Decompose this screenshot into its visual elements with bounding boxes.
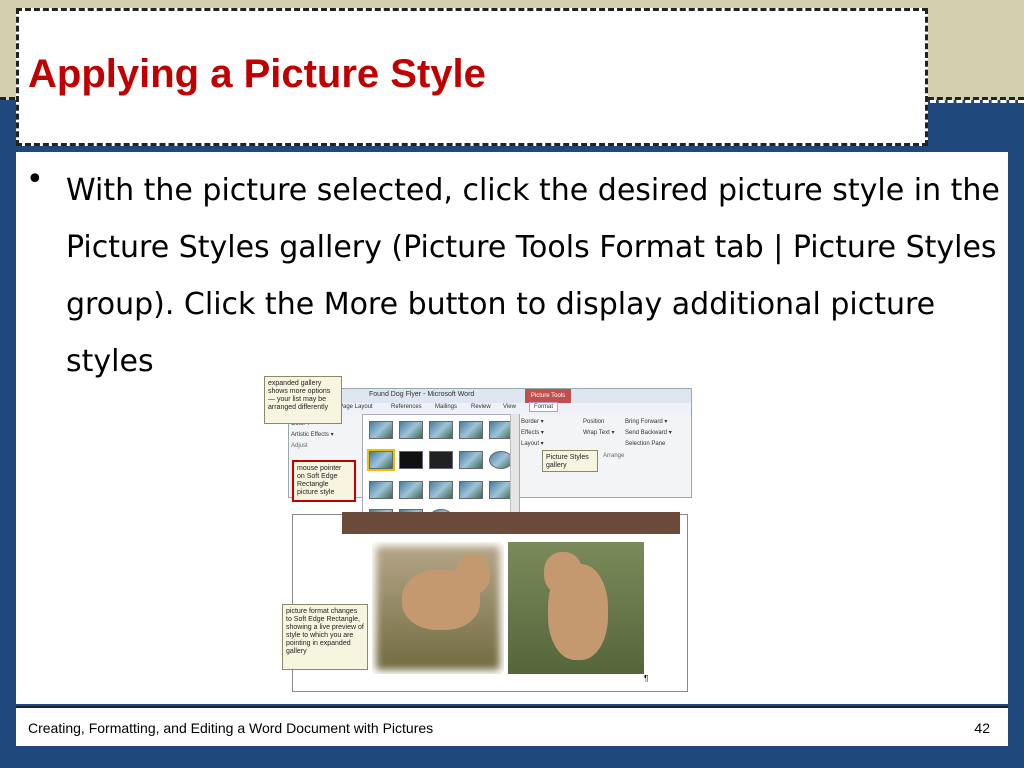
style-thumb[interactable] xyxy=(399,481,423,499)
artistic-effects-button[interactable]: Artistic Effects ▾ xyxy=(291,430,334,441)
bullet-marker: • xyxy=(26,162,44,197)
dog-photo-soft-edge xyxy=(372,542,504,674)
pilcrow: ¶ xyxy=(644,674,649,683)
border-button[interactable]: Border ▾ xyxy=(521,417,544,428)
wrap-text-button[interactable]: Wrap Text ▾ xyxy=(583,428,614,439)
tab-format[interactable]: Format xyxy=(529,402,559,412)
style-thumb[interactable] xyxy=(429,421,453,439)
callout-expanded-gallery: expanded gallery shows more options — yo… xyxy=(264,376,342,424)
window-titlebar xyxy=(289,389,691,403)
layout-button[interactable]: Layout ▾ xyxy=(521,439,544,450)
footer: Creating, Formatting, and Editing a Word… xyxy=(16,706,1008,746)
callout-mouse-pointer: mouse pointer on Soft Edge Rectangle pic… xyxy=(292,460,356,502)
style-thumb[interactable] xyxy=(369,481,393,499)
dog-photo-sitting xyxy=(508,542,644,674)
window-title: Found Dog Flyer - Microsoft Word xyxy=(369,391,475,398)
dog-head xyxy=(456,554,490,594)
style-thumb[interactable] xyxy=(459,451,483,469)
tab-view[interactable]: View xyxy=(503,404,516,410)
page-number: 42 xyxy=(974,720,990,736)
position-button[interactable]: Position xyxy=(583,417,614,428)
soft-edge-rectangle-thumb[interactable] xyxy=(367,449,395,471)
style-thumb[interactable] xyxy=(399,451,423,469)
tab-references[interactable]: References xyxy=(391,404,422,410)
send-backward-button[interactable]: Send Backward ▾ xyxy=(625,428,672,439)
tab-page-layout[interactable]: Page Layout xyxy=(339,404,373,410)
flyer-banner xyxy=(342,512,680,534)
tab-review[interactable]: Review xyxy=(471,404,491,410)
arrange-order-buttons: Bring Forward ▾ Send Backward ▾ Selectio… xyxy=(625,417,672,450)
arrange-group-label: Arrange xyxy=(603,453,625,459)
style-thumb[interactable] xyxy=(459,481,483,499)
arrange-group: Position Wrap Text ▾ xyxy=(583,417,614,439)
style-thumb[interactable] xyxy=(369,421,393,439)
footer-text: Creating, Formatting, and Editing a Word… xyxy=(28,720,434,736)
dashed-divider-right xyxy=(930,100,1024,103)
callout-picture-format: picture format changes to Soft Edge Rect… xyxy=(282,604,368,670)
selection-pane-button[interactable]: Selection Pane xyxy=(625,439,672,450)
effects-button[interactable]: Effects ▾ xyxy=(521,428,544,439)
style-thumb[interactable] xyxy=(459,421,483,439)
dog-head xyxy=(544,552,582,594)
picture-border-group: Border ▾ Effects ▾ Layout ▾ xyxy=(521,417,544,450)
picture-tools-label: Picture Tools xyxy=(525,389,571,403)
tab-mailings[interactable]: Mailings xyxy=(435,404,457,410)
slide-title: Applying a Picture Style xyxy=(28,52,486,96)
callout-picture-styles-gallery: Picture Styles gallery xyxy=(542,450,598,472)
style-thumb[interactable] xyxy=(429,451,453,469)
style-thumb[interactable] xyxy=(399,421,423,439)
adjust-group-label: Adjust xyxy=(291,443,308,449)
bring-forward-button[interactable]: Bring Forward ▾ xyxy=(625,417,672,428)
bullet-text: With the picture selected, click the des… xyxy=(66,173,1000,379)
style-thumb[interactable] xyxy=(429,481,453,499)
